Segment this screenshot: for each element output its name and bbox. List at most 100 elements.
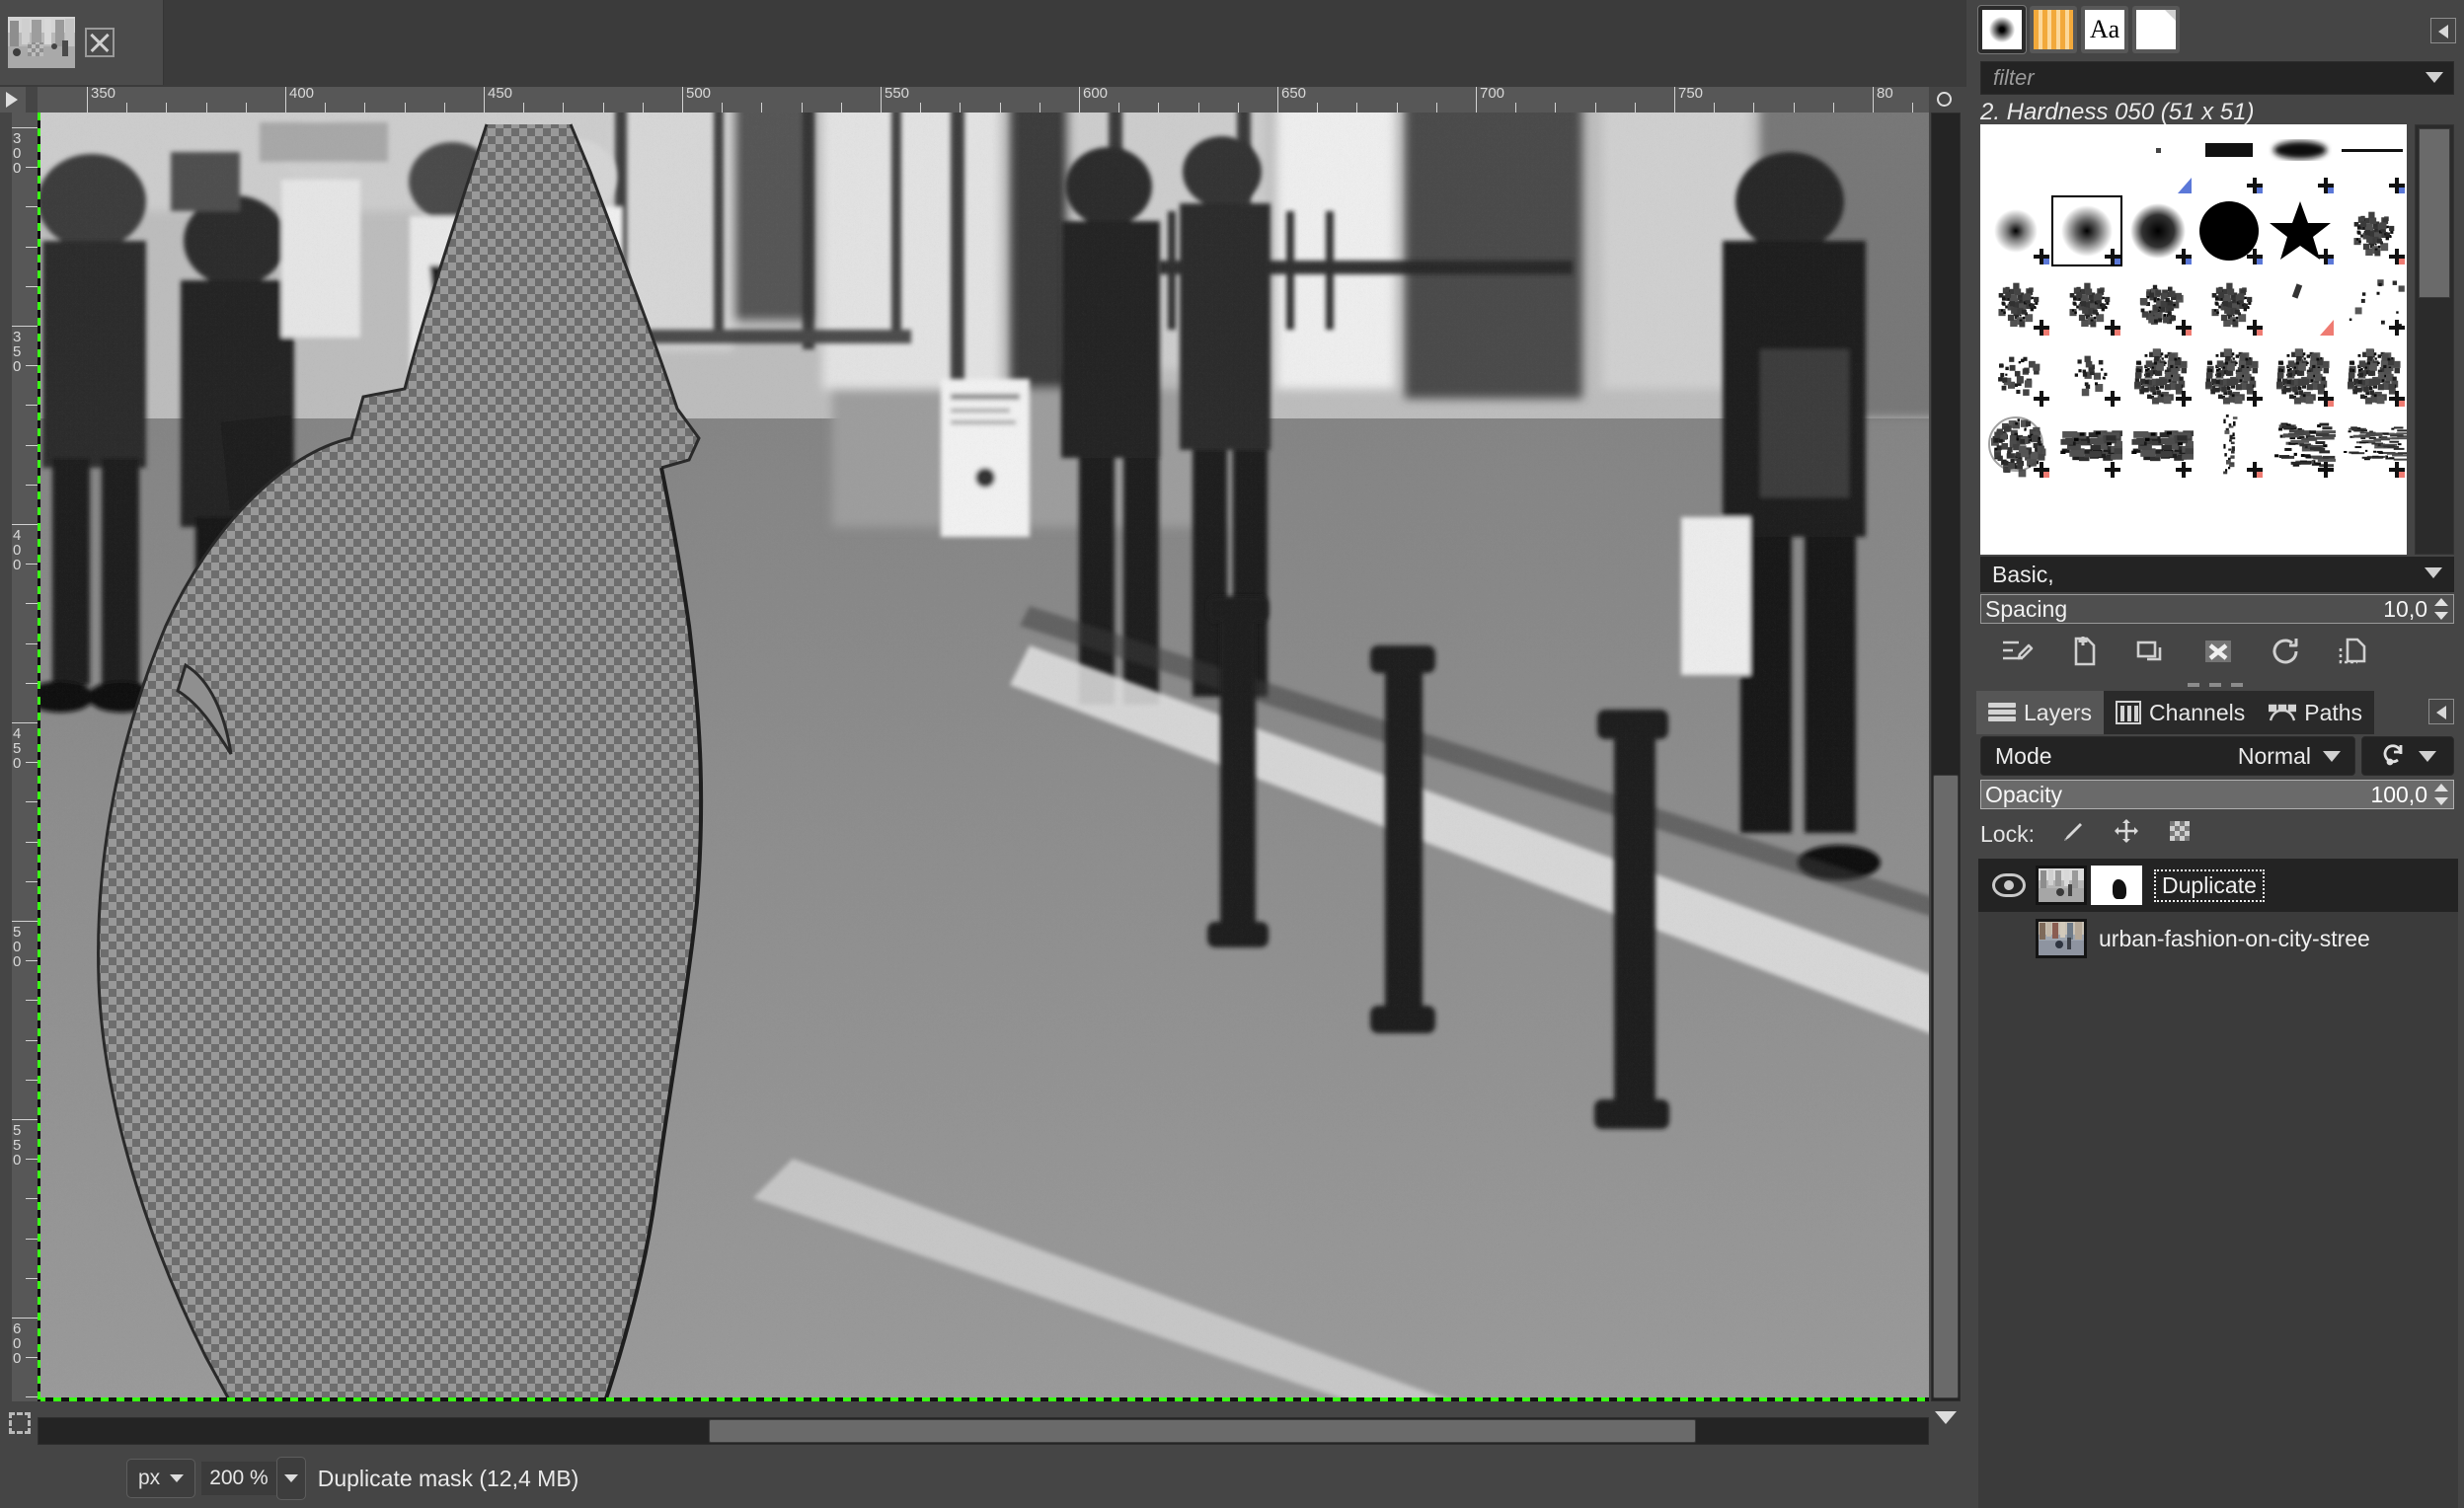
- layer-list[interactable]: Duplicate: [1978, 859, 2458, 1508]
- tab-channels[interactable]: Channels: [2104, 691, 2257, 734]
- chevron-down-icon[interactable]: [2426, 72, 2443, 83]
- refresh-icon[interactable]: [2269, 635, 2302, 668]
- brush-cell[interactable]: [2194, 195, 2265, 266]
- vertical-ruler[interactable]: 300350400450500550600: [12, 113, 38, 1401]
- brush-cell[interactable]: [2051, 195, 2122, 266]
- open-image-icon[interactable]: [2336, 635, 2369, 668]
- brush-cell[interactable]: [2051, 338, 2122, 409]
- brush-cell[interactable]: [2122, 338, 2194, 409]
- brush-cell[interactable]: [1980, 266, 2051, 338]
- ruler-label: 350: [91, 87, 116, 102]
- brush-filter-input[interactable]: filter: [1980, 61, 2454, 95]
- brush-cell[interactable]: [2051, 409, 2122, 480]
- brush-cell[interactable]: [2336, 266, 2407, 338]
- ruler-minor-tick: [643, 103, 644, 113]
- ruler-minor-tick: [26, 1080, 38, 1081]
- ruler-minor-tick: [1397, 103, 1398, 113]
- dock-separator[interactable]: [1966, 679, 2464, 691]
- layer-mask-thumbnail[interactable]: [2091, 866, 2142, 905]
- chevron-down-icon[interactable]: [2425, 567, 2442, 578]
- edit-icon[interactable]: [2000, 635, 2034, 668]
- layers-dock-menu-button[interactable]: [2428, 699, 2454, 724]
- ruler-minor-tick: [26, 564, 38, 565]
- tab-layers[interactable]: Layers: [1976, 691, 2104, 734]
- ruler-major-tick: [682, 87, 683, 113]
- ruler-minor-tick: [722, 103, 723, 113]
- ruler-label: 350: [13, 330, 26, 374]
- layer-name[interactable]: Duplicate: [2154, 869, 2265, 902]
- zoom-value[interactable]: 200 %: [201, 1462, 276, 1495]
- layer-thumbnail[interactable]: [2036, 866, 2087, 905]
- brush-dock-menu-button[interactable]: [2430, 18, 2456, 43]
- ruler-minor-tick: [26, 405, 38, 406]
- opacity-slider[interactable]: Opacity 100,0: [1980, 780, 2454, 809]
- layer-name[interactable]: urban-fashion-on-city-stree: [2099, 926, 2370, 952]
- close-icon[interactable]: [85, 28, 115, 57]
- brush-cell[interactable]: [2265, 195, 2336, 266]
- brush-cell[interactable]: [2051, 124, 2122, 195]
- brush-grid[interactable]: [1980, 124, 2407, 555]
- brush-cell[interactable]: [2122, 266, 2194, 338]
- ruler-corner-button[interactable]: [0, 87, 26, 113]
- brush-tag-selector[interactable]: Basic,: [1980, 557, 2454, 592]
- brush-cell[interactable]: [2122, 409, 2194, 480]
- brush-cell[interactable]: [2336, 409, 2407, 480]
- canvas-vertical-scrollbar-thumb[interactable]: [1933, 775, 1959, 1398]
- brush-cell[interactable]: [1980, 124, 2051, 195]
- delete-x-icon[interactable]: [2201, 635, 2235, 668]
- new-page-icon[interactable]: [2067, 635, 2101, 668]
- brush-cell[interactable]: [2265, 338, 2336, 409]
- spinner-icon[interactable]: [2433, 597, 2449, 621]
- brush-cell[interactable]: [2122, 124, 2194, 195]
- navigation-preview-button[interactable]: [1931, 1405, 1961, 1435]
- brush-cell[interactable]: [2265, 409, 2336, 480]
- brush-cell[interactable]: [2194, 266, 2265, 338]
- unit-combo[interactable]: px: [126, 1459, 195, 1498]
- duplicate-icon[interactable]: [2134, 635, 2168, 668]
- brush-cell[interactable]: [1980, 195, 2051, 266]
- brush-cell[interactable]: [2265, 124, 2336, 195]
- brush-cell[interactable]: [1980, 409, 2051, 480]
- gradients-tab[interactable]: [2030, 6, 2077, 53]
- ruler-label: 450: [13, 726, 26, 771]
- canvas-horizontal-scrollbar-thumb[interactable]: [709, 1419, 1696, 1443]
- brush-cell[interactable]: [2122, 195, 2194, 266]
- spinner-icon[interactable]: [2433, 783, 2449, 806]
- brush-cell[interactable]: [2336, 195, 2407, 266]
- mode-combo[interactable]: Mode Normal: [1980, 736, 2355, 776]
- document-tab[interactable]: [0, 0, 164, 85]
- tab-paths[interactable]: Paths: [2257, 691, 2374, 734]
- spacing-slider[interactable]: Spacing 10,0: [1980, 594, 2454, 624]
- brush-cell[interactable]: [2194, 124, 2265, 195]
- zoom-combo-button[interactable]: [276, 1457, 306, 1500]
- layer-mode-row: Mode Normal: [1980, 736, 2454, 776]
- brush-cell[interactable]: [2336, 124, 2407, 195]
- canvas[interactable]: [38, 113, 1929, 1401]
- lock-position-toggle[interactable]: [2112, 816, 2141, 852]
- layer-thumbnail[interactable]: [2036, 919, 2087, 958]
- brush-cell[interactable]: [1980, 338, 2051, 409]
- brush-cell[interactable]: [2336, 338, 2407, 409]
- eye-icon[interactable]: [1992, 873, 2026, 897]
- lock-alpha-toggle[interactable]: [2165, 816, 2194, 852]
- brush-size-marker: [2247, 462, 2263, 478]
- brush-size-marker: [2389, 249, 2405, 264]
- brush-cell[interactable]: [2194, 409, 2265, 480]
- quick-mask-toggle[interactable]: [6, 1409, 34, 1437]
- brush-grid-scrollbar-thumb[interactable]: [2419, 128, 2450, 298]
- table-row[interactable]: urban-fashion-on-city-stree: [1978, 912, 2458, 965]
- brush-cell[interactable]: [2194, 338, 2265, 409]
- zoom-image-icon[interactable]: [1930, 87, 1960, 113]
- brushes-tab[interactable]: [1978, 6, 2026, 53]
- brush-cell[interactable]: [2051, 266, 2122, 338]
- documents-tab[interactable]: [2132, 6, 2180, 53]
- horizontal-ruler[interactable]: 35040045050055060065070075080: [38, 87, 1929, 113]
- blend-space-button[interactable]: [2361, 736, 2454, 776]
- font-icon: Aa: [2085, 10, 2124, 49]
- table-row[interactable]: Duplicate: [1978, 859, 2458, 912]
- fonts-tab[interactable]: Aa: [2081, 6, 2128, 53]
- ruler-minor-tick: [26, 1000, 38, 1001]
- lock-pixels-toggle[interactable]: [2058, 816, 2088, 852]
- document-tab-strip: [0, 0, 1966, 87]
- brush-cell[interactable]: [2265, 266, 2336, 338]
